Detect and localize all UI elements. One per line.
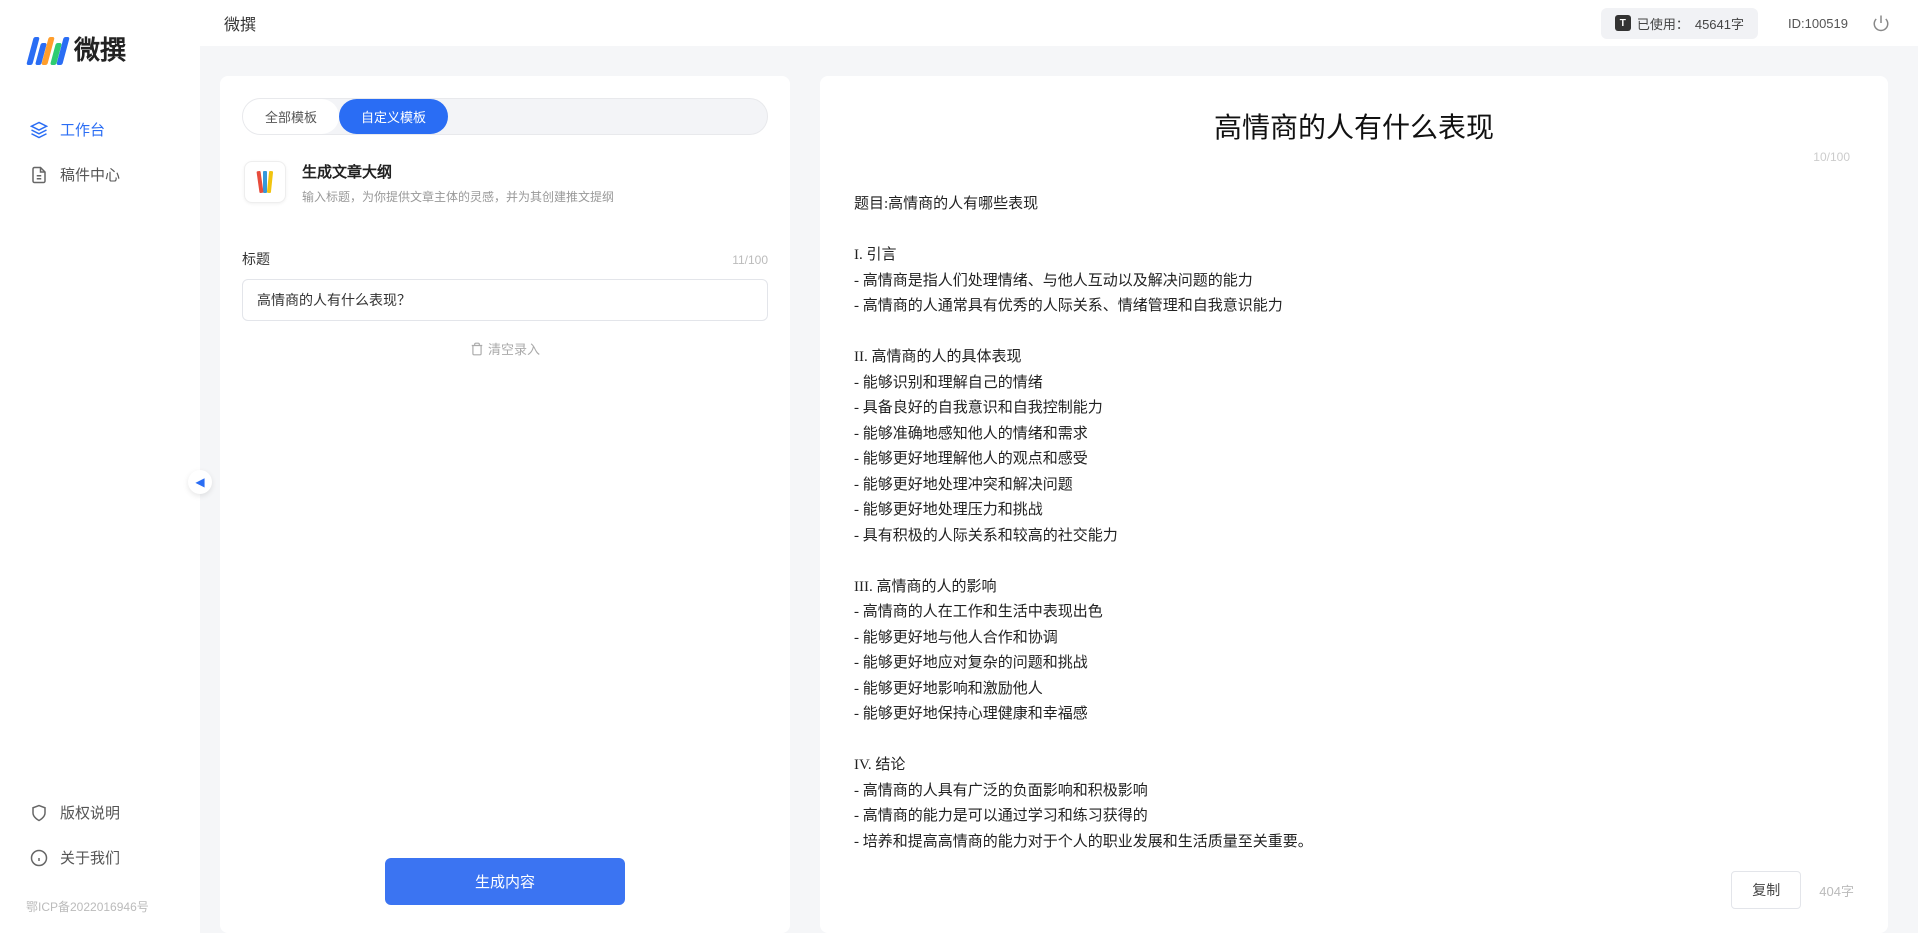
title-input[interactable] — [242, 279, 768, 321]
output-footer: 复制 404字 — [854, 855, 1854, 909]
logo: 微撰 — [0, 30, 200, 107]
title-field-label: 标题 — [242, 249, 270, 269]
title-field-counter: 11/100 — [732, 253, 768, 267]
bottom-nav: 版权说明 关于我们 — [0, 790, 200, 890]
template-card: 生成文章大纲 输入标题，为你提供文章主体的灵感，并为其创建推文提纲 — [242, 153, 768, 223]
tab-all-templates[interactable]: 全部模板 — [243, 99, 339, 134]
clear-label: 清空录入 — [488, 339, 540, 358]
output-panel: 高情商的人有什么表现 10/100 题目:高情商的人有哪些表现 I. 引言 - … — [820, 76, 1888, 933]
article-title: 高情商的人有什么表现 — [854, 106, 1854, 146]
article-body[interactable]: 题目:高情商的人有哪些表现 I. 引言 - 高情商是指人们处理情绪、与他人互动以… — [854, 192, 1854, 855]
nav-item-label: 版权说明 — [60, 802, 120, 823]
shield-icon — [30, 804, 48, 822]
clear-input-button[interactable]: 清空录入 — [242, 339, 768, 358]
word-count: 404字 — [1819, 881, 1854, 900]
nav-item-label: 关于我们 — [60, 847, 120, 868]
icp-text: 鄂ICP备2022016946号 — [0, 890, 200, 923]
nav-item-drafts[interactable]: 稿件中心 — [10, 152, 190, 197]
tab-label: 全部模板 — [265, 110, 317, 125]
sidebar-collapse-button[interactable]: ◀ — [188, 470, 212, 494]
info-icon — [30, 849, 48, 867]
sidebar: 微撰 工作台 稿件中心 版权说明 — [0, 0, 200, 933]
input-panel: 全部模板 自定义模板 生成文章大纲 输入标题，为你提供文章主体的灵感，并为其 — [220, 76, 790, 933]
template-desc: 输入标题，为你提供文章主体的灵感，并为其创建推文提纲 — [302, 188, 614, 205]
power-icon[interactable] — [1872, 14, 1890, 32]
copy-label: 复制 — [1752, 882, 1780, 898]
trash-icon — [470, 342, 484, 356]
generate-label: 生成内容 — [475, 874, 535, 891]
content: 全部模板 自定义模板 生成文章大纲 输入标题，为你提供文章主体的灵感，并为其 — [200, 46, 1918, 933]
logo-mark-icon — [30, 33, 66, 65]
user-id: ID:100519 — [1788, 16, 1848, 31]
template-name: 生成文章大纲 — [302, 161, 614, 182]
usage-value: 45641字 — [1695, 14, 1744, 33]
nav-item-about[interactable]: 关于我们 — [10, 835, 190, 880]
page-title: 微撰 — [224, 11, 256, 35]
nav-item-label: 稿件中心 — [60, 164, 120, 185]
template-tabs: 全部模板 自定义模板 — [242, 98, 768, 135]
nav: 工作台 稿件中心 — [0, 107, 200, 790]
tab-custom-templates[interactable]: 自定义模板 — [339, 99, 448, 134]
copy-button[interactable]: 复制 — [1731, 871, 1801, 909]
nav-item-copyright[interactable]: 版权说明 — [10, 790, 190, 835]
topbar: 微撰 T 已使用： 45641字 ID:100519 — [200, 0, 1918, 46]
tab-label: 自定义模板 — [361, 110, 426, 125]
nav-item-workbench[interactable]: 工作台 — [10, 107, 190, 152]
main: 微撰 T 已使用： 45641字 ID:100519 全部模板 自定义 — [200, 0, 1918, 933]
logo-text: 微撰 — [74, 30, 126, 67]
t-icon: T — [1615, 15, 1631, 31]
nav-item-label: 工作台 — [60, 119, 105, 140]
usage-prefix: 已使用： — [1637, 14, 1689, 33]
books-icon — [244, 161, 286, 203]
usage-badge[interactable]: T 已使用： 45641字 — [1601, 8, 1758, 39]
document-icon — [30, 166, 48, 184]
generate-button[interactable]: 生成内容 — [385, 858, 625, 905]
article-title-counter: 10/100 — [854, 150, 1854, 164]
chevron-left-icon: ◀ — [195, 475, 204, 489]
cube-icon — [30, 121, 48, 139]
